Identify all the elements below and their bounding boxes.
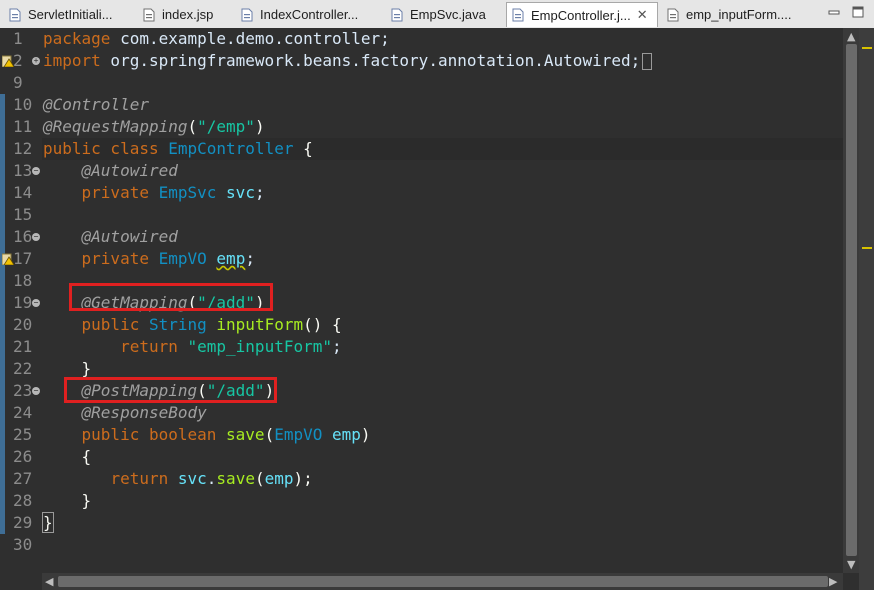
editor-tab-bar: ServletInitiali... index.jsp IndexContro…	[0, 0, 874, 29]
line-number: 1	[13, 29, 23, 48]
tab-label: ServletInitiali...	[28, 7, 113, 22]
line-number: 30	[13, 535, 33, 554]
line-number: 19	[13, 293, 33, 312]
line-number: 23	[13, 381, 33, 400]
java-file-icon	[390, 8, 404, 22]
fold-toggle-icon[interactable]: −	[32, 233, 40, 241]
vertical-scrollbar-thumb[interactable]	[846, 44, 857, 556]
code-line: package com.example.demo.controller;	[43, 29, 390, 48]
scroll-down-arrow-icon[interactable]: ▼	[847, 559, 855, 570]
line-number: 28	[13, 491, 33, 510]
scroll-up-arrow-icon[interactable]: ▲	[847, 31, 855, 42]
tab-label: index.jsp	[162, 7, 214, 22]
line-number: 17	[13, 249, 33, 268]
line-number: 26	[13, 447, 33, 466]
horizontal-scrollbar-thumb[interactable]	[58, 576, 828, 587]
jsp-file-icon	[142, 8, 156, 22]
scroll-left-arrow-icon[interactable]: ◀	[45, 576, 53, 587]
tab-label: emp_inputForm....	[686, 7, 792, 22]
change-marker	[0, 292, 5, 534]
java-file-icon	[511, 8, 525, 22]
line-number: 16	[13, 227, 33, 246]
close-icon[interactable]: ✕	[637, 7, 648, 23]
tab-emp-inputform[interactable]: emp_inputForm....	[662, 2, 802, 27]
line-number: 21	[13, 337, 33, 356]
code-line: public String inputForm() {	[81, 315, 342, 334]
tab-empcontroller[interactable]: EmpController.j... ✕	[506, 2, 658, 27]
line-number: 9	[13, 73, 23, 92]
code-line: }	[81, 491, 92, 510]
code-line: private EmpVO emp;	[81, 249, 255, 268]
line-number: 10	[13, 95, 33, 114]
code-line: return "emp_inputForm";	[120, 337, 342, 356]
java-file-icon	[8, 8, 22, 22]
overview-ruler	[859, 28, 874, 590]
code-line: {	[81, 447, 92, 466]
highlight-box-postmapping	[64, 377, 277, 403]
line-number-ruler: 1 2 9 10 11 12 13 14 15 16 17 18 19 20 2…	[0, 28, 42, 573]
code-line: @Autowired	[81, 227, 178, 246]
tab-index-controller[interactable]: IndexController...	[236, 2, 376, 27]
java-file-icon	[240, 8, 254, 22]
code-line: public boolean save(EmpVO emp)	[81, 425, 371, 444]
fold-toggle-icon[interactable]: −	[32, 387, 40, 395]
minimize-icon[interactable]	[828, 6, 840, 18]
overview-warning-mark[interactable]	[862, 47, 872, 49]
fold-toggle-icon[interactable]: −	[32, 299, 40, 307]
line-number: 20	[13, 315, 33, 334]
line-number: 13	[13, 161, 33, 180]
line-number: 14	[13, 183, 33, 202]
collapsed-import-marker[interactable]	[642, 53, 653, 70]
line-number: 29	[13, 513, 33, 532]
warning-marker-icon[interactable]	[2, 253, 14, 265]
tab-servlet-initializer[interactable]: ServletInitiali...	[4, 2, 132, 27]
line-number: 24	[13, 403, 33, 422]
line-number: 25	[13, 425, 33, 444]
line-number: 2	[13, 51, 23, 70]
code-editor[interactable]: 1 2 9 10 11 12 13 14 15 16 17 18 19 20 2…	[0, 28, 843, 573]
code-line: @ResponseBody	[81, 403, 207, 422]
tab-label: EmpController.j...	[531, 7, 631, 23]
line-number: 18	[13, 271, 33, 290]
code-line: public class EmpController {	[43, 139, 313, 158]
highlight-box-getmapping	[69, 283, 273, 311]
jsp-file-icon	[666, 8, 680, 22]
warning-marker-icon[interactable]	[2, 55, 14, 67]
tab-empsvc[interactable]: EmpSvc.java	[386, 2, 498, 27]
line-number: 11	[13, 117, 33, 136]
tab-label: IndexController...	[260, 7, 359, 22]
tab-label: EmpSvc.java	[410, 7, 486, 22]
code-line: private EmpSvc svc;	[81, 183, 265, 202]
maximize-icon[interactable]	[852, 6, 864, 18]
line-number: 22	[13, 359, 33, 378]
code-line: }	[42, 512, 54, 533]
code-line: @Autowired	[81, 161, 178, 180]
code-line: return svc.save(emp);	[110, 469, 313, 488]
code-line: @RequestMapping("/emp")	[43, 117, 265, 136]
tab-index-jsp[interactable]: index.jsp	[138, 2, 228, 27]
line-number: 12	[13, 139, 33, 158]
overview-warning-mark[interactable]	[862, 247, 872, 249]
line-number: 15	[13, 205, 33, 224]
fold-toggle-icon[interactable]: +	[32, 57, 40, 65]
code-line: import org.springframework.beans.factory…	[43, 50, 653, 72]
scroll-right-arrow-icon[interactable]: ▶	[829, 576, 837, 587]
fold-toggle-icon[interactable]: −	[32, 167, 40, 175]
code-line: @Controller	[43, 95, 149, 114]
line-number: 27	[13, 469, 33, 488]
